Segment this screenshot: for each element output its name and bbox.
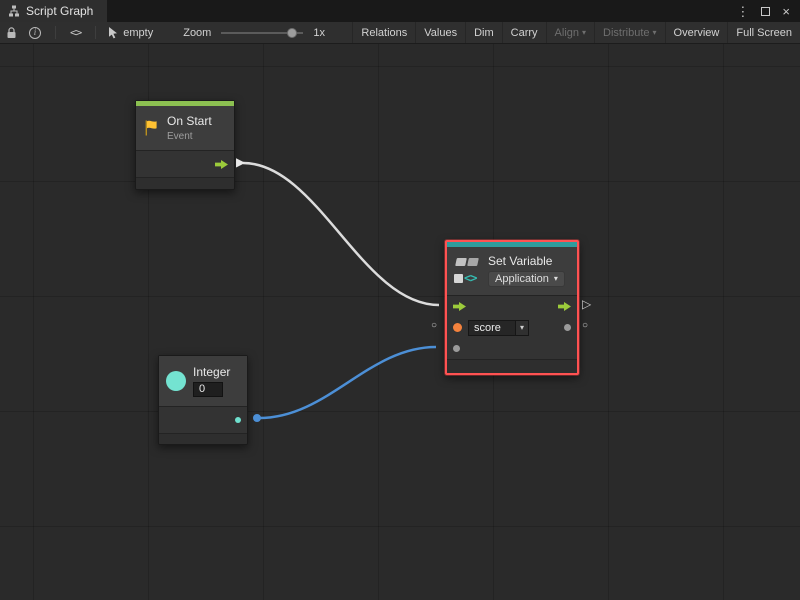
variable-name-value: score [469, 321, 515, 335]
zoom-label: Zoom [183, 27, 211, 39]
integer-icon [166, 371, 186, 391]
chevron-down-icon: ▾ [653, 29, 657, 37]
selection-status-label: empty [123, 27, 153, 39]
cursor-icon [108, 27, 118, 39]
name-input-port[interactable] [453, 323, 462, 332]
variable-scope-value: Application [495, 273, 549, 285]
zoom-slider[interactable] [221, 32, 303, 34]
node-title: Integer [193, 366, 230, 379]
zoom-value: 1x [313, 27, 325, 39]
node-header: <> Set Variable Application ▾ [447, 247, 577, 295]
info-icon[interactable]: i [23, 27, 47, 39]
value-wire [259, 347, 436, 418]
node-title: Set Variable [488, 255, 565, 268]
node-subtitle: Event [167, 131, 212, 142]
integer-value-field[interactable]: 0 [193, 382, 223, 397]
toolbar-separator [95, 26, 96, 39]
node-on-start[interactable]: On Start Event [135, 100, 235, 190]
flag-icon [143, 119, 160, 137]
maximize-icon[interactable] [761, 7, 770, 16]
unconnected-output-circle-marker[interactable]: ○ [582, 321, 588, 331]
control-input-port[interactable] [453, 302, 466, 311]
carry-button[interactable]: Carry [502, 22, 546, 43]
code-icon[interactable]: <> [64, 26, 87, 39]
node-ports [159, 406, 247, 433]
close-icon[interactable]: × [782, 5, 790, 18]
full-screen-button[interactable]: Full Screen [727, 22, 800, 43]
node-set-variable[interactable]: <> Set Variable Application ▾ [445, 240, 579, 375]
node-ports [136, 150, 234, 177]
zoom-slider-knob[interactable] [287, 28, 297, 38]
control-output-port[interactable] [215, 160, 228, 169]
value-output-port[interactable] [564, 324, 571, 331]
toolbar-left-group: i <> empty Zoom 1x [0, 22, 325, 43]
node-integer[interactable]: Integer 0 [158, 355, 248, 445]
integer-value: 0 [199, 383, 205, 395]
overview-button[interactable]: Overview [665, 22, 728, 43]
align-button[interactable]: Align ▾ [546, 22, 594, 43]
distribute-button[interactable]: Distribute ▾ [594, 22, 664, 43]
tab-script-graph[interactable]: Script Graph [0, 0, 107, 22]
control-output-port[interactable] [558, 302, 571, 311]
node-footer [159, 433, 247, 444]
value-input-port[interactable] [453, 345, 460, 352]
graph-canvas[interactable]: On Start Event <> Set Variable [0, 44, 800, 600]
lock-icon[interactable] [0, 27, 23, 39]
chevron-down-icon: ▾ [520, 324, 524, 332]
code-kind-icon: <> [464, 271, 476, 285]
selection-status: empty [104, 27, 157, 39]
chevron-down-icon: ▾ [554, 275, 558, 283]
integer-output-port[interactable] [235, 417, 241, 423]
graph-toolbar: i <> empty Zoom 1x Relations Values Dim … [0, 22, 800, 44]
dim-button[interactable]: Dim [465, 22, 502, 43]
variable-scope-dropdown[interactable]: Application ▾ [488, 271, 565, 287]
control-wire [243, 163, 439, 305]
kebab-menu-icon[interactable]: ⋮ [736, 5, 749, 18]
node-ports: score ▾ [447, 295, 577, 359]
toolbar-separator [55, 26, 56, 39]
node-header: On Start Event [136, 106, 234, 150]
connected-control-marker: ▶ [236, 156, 245, 168]
node-header: Integer 0 [159, 356, 247, 406]
toolbar-button-group: Relations Values Dim Carry Align ▾ Distr… [352, 22, 800, 43]
set-variable-icon: <> [454, 256, 481, 286]
tab-title: Script Graph [26, 4, 93, 18]
graph-icon [8, 5, 20, 17]
relations-button[interactable]: Relations [352, 22, 415, 43]
window-titlebar: Script Graph ⋮ × [0, 0, 800, 22]
node-footer [136, 177, 234, 189]
values-button[interactable]: Values [415, 22, 465, 43]
node-footer [447, 359, 577, 373]
unconnected-input-circle-marker[interactable]: ○ [431, 321, 437, 331]
chevron-down-icon: ▾ [582, 29, 586, 37]
node-title: On Start [167, 115, 212, 128]
unconnected-control-marker[interactable]: ▷ [582, 298, 591, 310]
wires-layer [0, 44, 800, 600]
value-wire-endpoint [253, 414, 261, 422]
window-controls: ⋮ × [736, 0, 800, 22]
variable-name-dropdown[interactable]: score ▾ [468, 320, 529, 336]
